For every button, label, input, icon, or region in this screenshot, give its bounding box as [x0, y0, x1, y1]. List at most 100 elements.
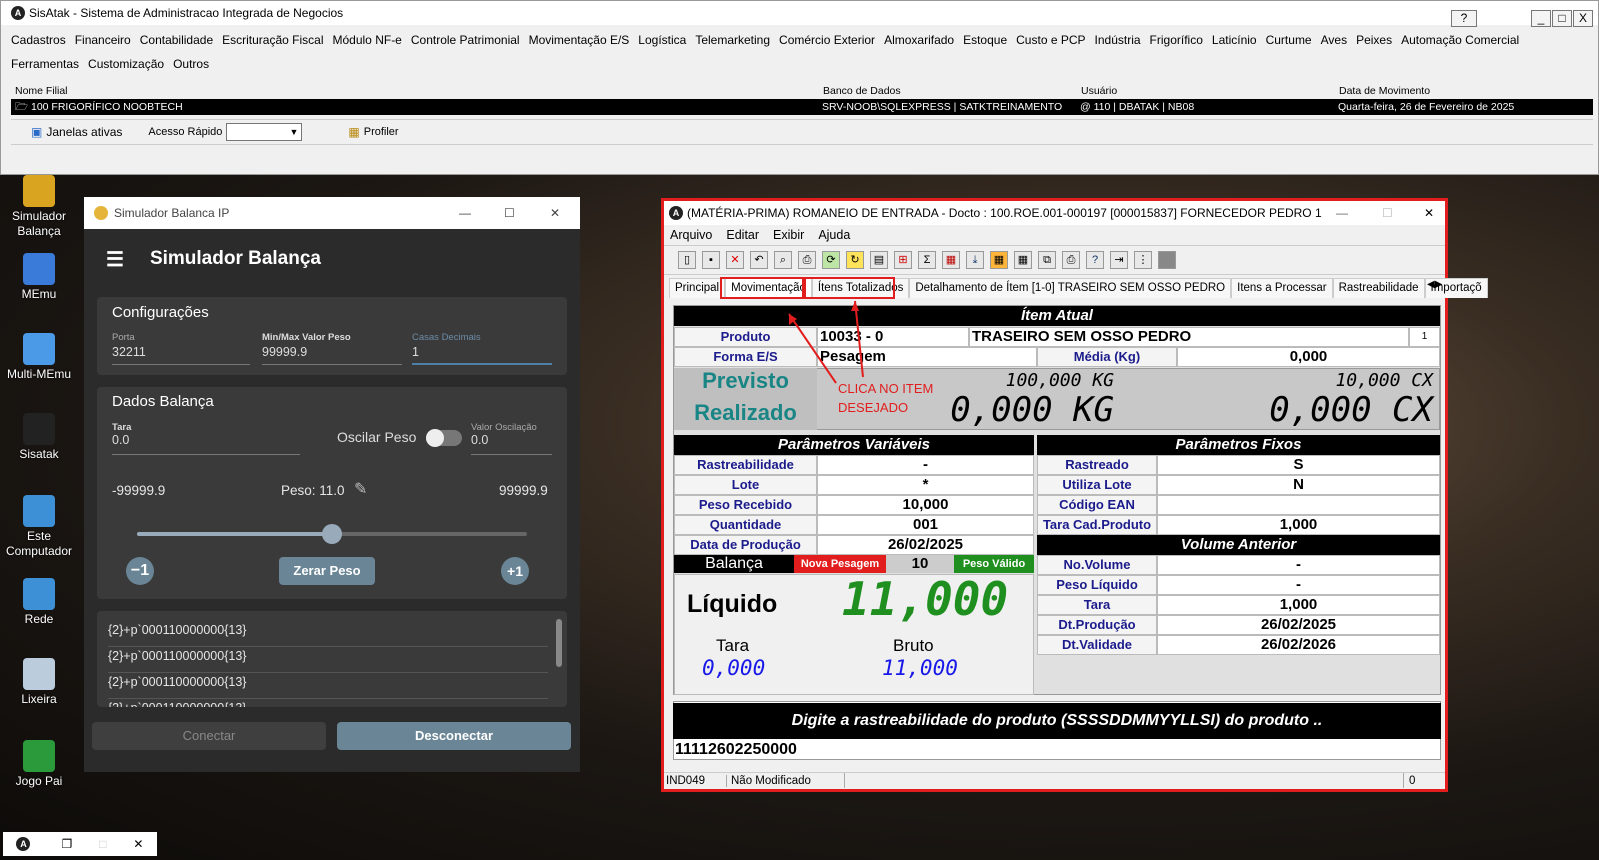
minimize-button[interactable]: _	[1531, 10, 1551, 27]
close-icon[interactable]: ✕	[550, 206, 560, 220]
desktop-icon[interactable]: Lixeira	[0, 658, 78, 707]
calc-icon[interactable]: ▦	[942, 251, 960, 269]
new-icon[interactable]: ▯	[678, 251, 696, 269]
acesso-rapido-select[interactable]: ▼	[226, 123, 303, 141]
menu-item[interactable]: Contabilidade	[140, 30, 213, 54]
delete-icon[interactable]: ✕	[726, 251, 744, 269]
menu-item[interactable]: Aves	[1321, 30, 1347, 54]
tab[interactable]: Detalhamento de Ítem [1-0] TRASEIRO SEM …	[909, 278, 1232, 298]
close-icon[interactable]: ✕	[133, 837, 143, 851]
menu-item[interactable]: Peixes	[1356, 30, 1392, 54]
desktop-icon[interactable]: Simulador Balança	[0, 175, 78, 239]
minimize-icon[interactable]: —	[459, 206, 471, 220]
settings-icon[interactable]: ⋮	[1134, 251, 1152, 269]
rastreabilidade-input[interactable]: 11112602250000	[675, 740, 1439, 760]
log-list[interactable]: {2}+p`000110000000{13} {2}+p`000110000000…	[97, 611, 567, 707]
menu-item[interactable]: Frigorífico	[1150, 30, 1203, 54]
grid-icon[interactable]: ▦	[990, 251, 1008, 269]
menu-item[interactable]: Arquivo	[670, 228, 712, 242]
peso-slider[interactable]	[137, 524, 527, 544]
copy-icon[interactable]: ⧉	[1038, 251, 1056, 269]
edit-pencil-icon[interactable]: ✎	[354, 479, 367, 499]
menu-item[interactable]: Indústria	[1095, 30, 1141, 54]
janelas-ativas-button[interactable]: Janelas ativas	[46, 125, 122, 139]
desktop-icon[interactable]: MEmu	[0, 253, 78, 302]
help-icon[interactable]: ?	[1086, 251, 1104, 269]
print-icon[interactable]: ⎙	[1062, 251, 1080, 269]
produto-code[interactable]: 10033 - 0	[817, 327, 969, 347]
menu-item[interactable]: Movimentação E/S	[529, 30, 630, 54]
desktop-icon[interactable]: Rede	[0, 578, 78, 627]
hamburger-menu-icon[interactable]: ☰	[106, 247, 124, 272]
menu-item[interactable]: Controle Patrimonial	[411, 30, 520, 54]
conectar-button[interactable]: Conectar	[92, 722, 326, 750]
tara-input[interactable]: 0.0	[112, 433, 300, 455]
doc-icon[interactable]: ▤	[870, 251, 888, 269]
restore-icon[interactable]: ❐	[61, 837, 72, 851]
menu-item[interactable]: Financeiro	[75, 30, 131, 54]
maximize-button[interactable]: □	[1552, 10, 1572, 27]
log-scrollbar[interactable]	[556, 619, 562, 667]
desktop-icon[interactable]: Este Computador	[0, 495, 78, 559]
menu-item[interactable]: Exibir	[773, 228, 804, 242]
casas-input[interactable]: 1	[412, 345, 552, 365]
tab-scroll-arrows-icon[interactable]: ◀▶	[1427, 279, 1442, 290]
desktop-icon[interactable]: Multi-MEmu	[0, 333, 78, 382]
porta-input[interactable]: 32211	[112, 345, 250, 365]
menu-item[interactable]: Curtume	[1266, 30, 1312, 54]
profiler-button[interactable]: Profiler	[364, 126, 399, 138]
taskbar-minimized[interactable]: A ❐ □ ✕	[3, 832, 157, 856]
menu-item[interactable]: Estoque	[963, 30, 1007, 54]
desktop-icon-label: Multi-MEmu	[6, 367, 71, 381]
download-icon[interactable]: ⤓	[966, 251, 984, 269]
sisatak-task-icon[interactable]: A	[16, 837, 31, 851]
tab[interactable]: Itens a Processar	[1231, 278, 1333, 298]
desktop-icon[interactable]: Sisatak	[0, 413, 78, 462]
maximize-icon[interactable]: ☐	[504, 206, 515, 220]
oscilar-toggle[interactable]	[426, 429, 462, 447]
print-setup-icon[interactable]: ⎙	[798, 251, 816, 269]
undo-icon[interactable]: ↶	[750, 251, 768, 269]
tree-icon[interactable]: ⊞	[894, 251, 912, 269]
menu-item[interactable]: Módulo NF-e	[333, 30, 402, 54]
zerar-peso-button[interactable]: Zerar Peso	[279, 557, 375, 585]
sync-icon[interactable]: ↻	[846, 251, 864, 269]
tab[interactable]: Rastreabilidade	[1332, 278, 1425, 298]
table-icon[interactable]: ▦	[1014, 251, 1032, 269]
menu-item[interactable]: Telemarketing	[695, 30, 770, 54]
desktop-app-icon	[23, 740, 55, 772]
menu-item[interactable]: Ferramentas	[11, 54, 79, 78]
minimize-icon[interactable]: —	[1336, 206, 1348, 220]
status-count: 0	[1409, 775, 1416, 787]
help-button[interactable]: ?	[1451, 10, 1477, 27]
menu-item[interactable]: Customização	[88, 54, 164, 78]
menu-item[interactable]: Logística	[638, 30, 686, 54]
menu-item[interactable]: Editar	[726, 228, 759, 242]
close-button[interactable]: X	[1573, 10, 1593, 27]
save-icon[interactable]: ▪	[702, 251, 720, 269]
preview-icon[interactable]: ⌕	[774, 251, 792, 269]
sum-icon[interactable]: Σ	[918, 251, 936, 269]
minmax-input[interactable]: 99999.9	[262, 345, 402, 365]
oscilacao-input[interactable]: 0.0	[471, 433, 552, 455]
menu-item[interactable]: Outros	[173, 54, 209, 78]
menu-item[interactable]: Laticínio	[1212, 30, 1257, 54]
menu-item[interactable]: Ajuda	[818, 228, 850, 242]
exit-icon[interactable]: ⇥	[1110, 251, 1128, 269]
close-icon[interactable]: ✕	[1424, 206, 1434, 220]
increment-button[interactable]: +1	[501, 557, 529, 585]
menu-item[interactable]: Comércio Exterior	[779, 30, 875, 54]
desktop-icon-label: Sisatak	[19, 447, 59, 461]
menu-item[interactable]: Almoxarifado	[884, 30, 954, 54]
menu-item[interactable]: Custo e PCP	[1016, 30, 1085, 54]
info-bar[interactable]: 🗁 100 FRIGORÍFICO NOOBTECH SRV-NOOB\SQLE…	[11, 99, 1593, 115]
menu-item[interactable]: Cadastros	[11, 30, 66, 54]
desktop-icon[interactable]: Jogo Pai	[0, 740, 78, 789]
decrement-button[interactable]: −1	[126, 557, 154, 585]
tab[interactable]: Principal	[669, 278, 726, 298]
menu-item[interactable]: Automação Comercial	[1401, 30, 1519, 54]
menu-item[interactable]: Escrituração Fiscal	[222, 30, 323, 54]
slider-thumb[interactable]	[322, 524, 342, 544]
refresh-icon[interactable]: ⟳	[822, 251, 840, 269]
desconectar-button[interactable]: Desconectar	[337, 722, 571, 750]
